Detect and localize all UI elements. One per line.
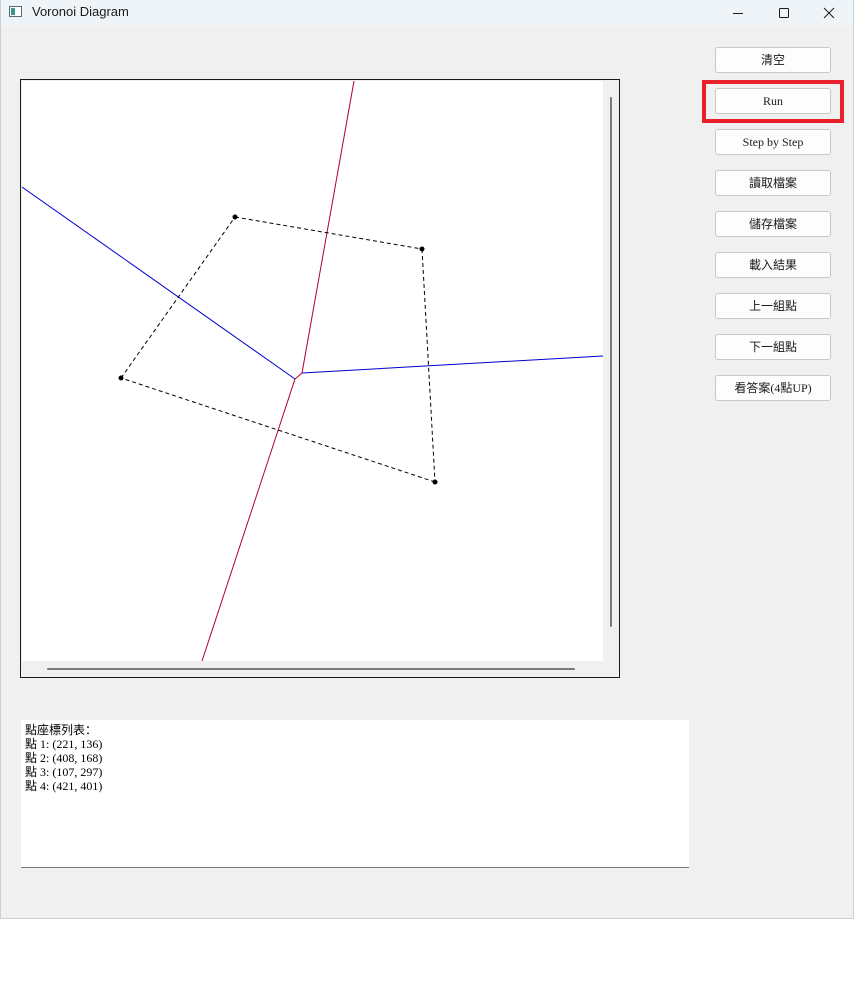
horizontal-scrollbar[interactable] (47, 668, 575, 670)
previous-set-button[interactable]: 上一組點 (715, 293, 831, 319)
app-icon (9, 6, 22, 17)
maximize-icon (779, 8, 789, 18)
run-button-highlight (702, 80, 844, 123)
point-4[interactable] (432, 479, 438, 485)
point-list-line-1: 點 1: (221, 136) (25, 737, 103, 751)
minimize-button[interactable] (715, 0, 761, 26)
voronoi-edge-vertical (301, 81, 355, 374)
vertical-scrollbar[interactable] (610, 97, 612, 627)
minimize-icon (733, 13, 743, 14)
point-2[interactable] (419, 246, 425, 252)
voronoi-edge-small (294, 372, 303, 380)
show-answer-button[interactable]: 看答案(4點UP) (715, 375, 831, 401)
clear-button[interactable]: 清空 (715, 47, 831, 73)
point-list-output[interactable]: 點座標列表： 點 1: (221, 136) 點 2: (408, 168) 點… (21, 720, 689, 868)
voronoi-edge-right (301, 355, 603, 374)
point-list-line-4: 點 4: (421, 401) (25, 779, 103, 793)
maximize-button[interactable] (761, 0, 807, 26)
load-result-button[interactable]: 載入結果 (715, 252, 831, 278)
close-button[interactable] (806, 0, 852, 26)
title-bar[interactable]: Voronoi Diagram (1, 0, 853, 26)
read-file-button[interactable]: 讀取檔案 (715, 170, 831, 196)
window-title: Voronoi Diagram (32, 4, 129, 19)
point-3[interactable] (118, 375, 124, 381)
main-window: Voronoi Diagram 清空 Run Step by Step 讀取檔案… (0, 0, 854, 919)
point-list-header: 點座標列表： (25, 723, 98, 737)
step-by-step-button[interactable]: Step by Step (715, 129, 831, 155)
point-1[interactable] (232, 214, 238, 220)
next-set-button[interactable]: 下一組點 (715, 334, 831, 360)
convex-hull (120, 216, 436, 483)
voronoi-edge-left (22, 186, 296, 380)
save-file-button[interactable]: 儲存檔案 (715, 211, 831, 237)
point-set (118, 214, 438, 485)
point-list-line-2: 點 2: (408, 168) (25, 751, 103, 765)
close-icon (823, 7, 835, 19)
voronoi-svg (22, 81, 603, 661)
voronoi-edge-lower (201, 378, 296, 661)
hull-edge (120, 216, 236, 379)
canvas-frame (20, 79, 620, 678)
point-list-line-3: 點 3: (107, 297) (25, 765, 103, 779)
drawing-canvas[interactable] (22, 81, 603, 661)
